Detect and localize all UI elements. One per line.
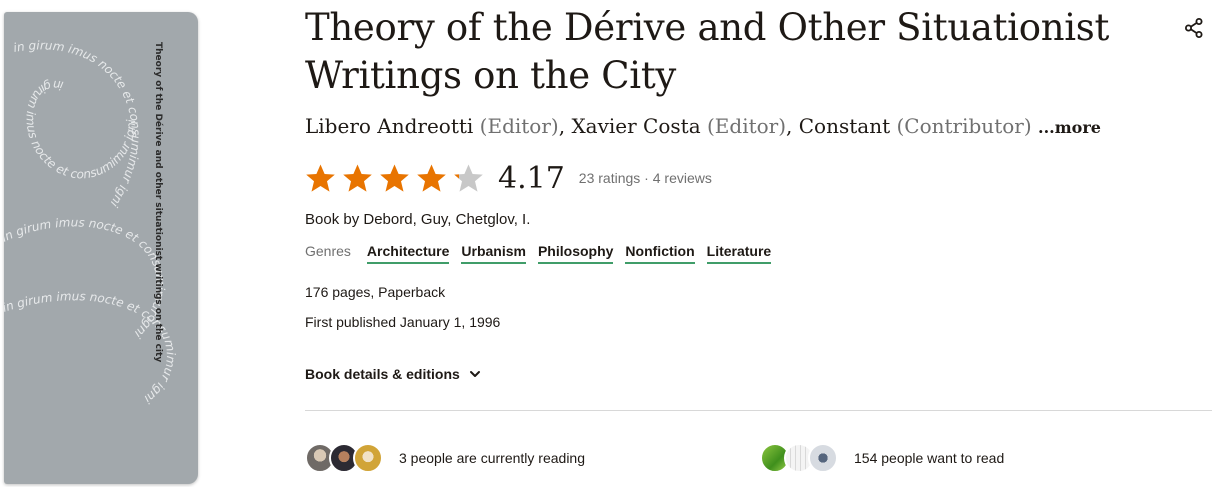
reader-avatars — [305, 443, 383, 473]
cover-art: in girum imus nocte et consumimur igni i… — [4, 38, 178, 406]
rating-stars — [305, 163, 484, 194]
contributors-more-button[interactable]: ...more — [1038, 118, 1101, 137]
star-icon — [343, 164, 372, 192]
cover-title-text: Theory of the Dérive and other situation… — [153, 42, 164, 362]
star-icon — [306, 164, 335, 192]
contributor-role: (Editor) — [706, 114, 787, 138]
rating-summary: 4.17 23 ratings · 4 reviews — [305, 158, 712, 198]
svg-text:Theory of the Dérive and other: Theory of the Dérive and other situation… — [153, 42, 164, 362]
publication-date: First published January 1, 1996 — [305, 314, 501, 330]
contributor-role: (Contributor) — [896, 114, 1032, 138]
genre-tag-nonfiction[interactable]: Nonfiction — [625, 243, 695, 264]
book-details-label: Book details & editions — [305, 366, 460, 382]
page-count-format: 176 pages, Paperback — [305, 284, 446, 300]
genre-tag-urbanism[interactable]: Urbanism — [461, 243, 526, 264]
star-icon — [417, 164, 446, 192]
genre-tag-literature[interactable]: Literature — [706, 243, 772, 264]
book-description: Book by Debord, Guy, Chetglov, I. — [305, 211, 531, 228]
genre-tag-philosophy[interactable]: Philosophy — [537, 243, 614, 264]
contributor-separator: , — [786, 114, 799, 138]
share-icon — [1185, 18, 1203, 38]
reviews-count-link[interactable]: 4 reviews — [653, 170, 712, 186]
average-rating: 4.17 — [498, 160, 565, 196]
contributor-list: Libero Andreotti (Editor), Xavier Costa … — [305, 111, 1185, 143]
book-details-toggle[interactable]: Book details & editions — [305, 366, 482, 382]
section-divider — [305, 410, 1212, 411]
currently-reading[interactable]: 3 people are currently reading — [305, 443, 585, 473]
want-to-read-text: 154 people want to read — [854, 450, 1005, 466]
currently-reading-text: 3 people are currently reading — [399, 450, 586, 466]
ratings-count-link[interactable]: 23 ratings — [579, 170, 640, 186]
reader-avatars — [760, 443, 838, 473]
rating-counts: 23 ratings · 4 reviews — [579, 170, 712, 186]
contributor-role: (Editor) — [479, 114, 559, 138]
contributor-name[interactable]: Libero Andreotti — [305, 114, 473, 138]
counts-separator: · — [640, 170, 653, 186]
genre-list: Genres Architecture Urbanism Philosophy … — [305, 243, 783, 264]
avatar — [808, 443, 838, 473]
genres-label: Genres — [305, 243, 351, 259]
want-to-read[interactable]: 154 people want to read — [760, 443, 1004, 473]
book-title: Theory of the Dérive and Other Situation… — [305, 6, 1110, 97]
chevron-down-icon — [469, 371, 480, 377]
contributor-separator: , — [558, 114, 572, 138]
share-button[interactable] — [1182, 16, 1206, 40]
genre-tag-architecture[interactable]: Architecture — [366, 243, 450, 264]
contributor-name[interactable]: Xavier Costa — [571, 114, 700, 138]
svg-text:in girum imus nocte et consumi: in girum imus nocte et consumimur igni — [4, 215, 168, 341]
avatar — [353, 443, 383, 473]
book-cover[interactable]: in girum imus nocte et consumimur igni i… — [4, 12, 198, 484]
star-icon — [380, 164, 409, 192]
star-icon — [454, 164, 483, 192]
contributor-name[interactable]: Constant — [799, 114, 890, 138]
